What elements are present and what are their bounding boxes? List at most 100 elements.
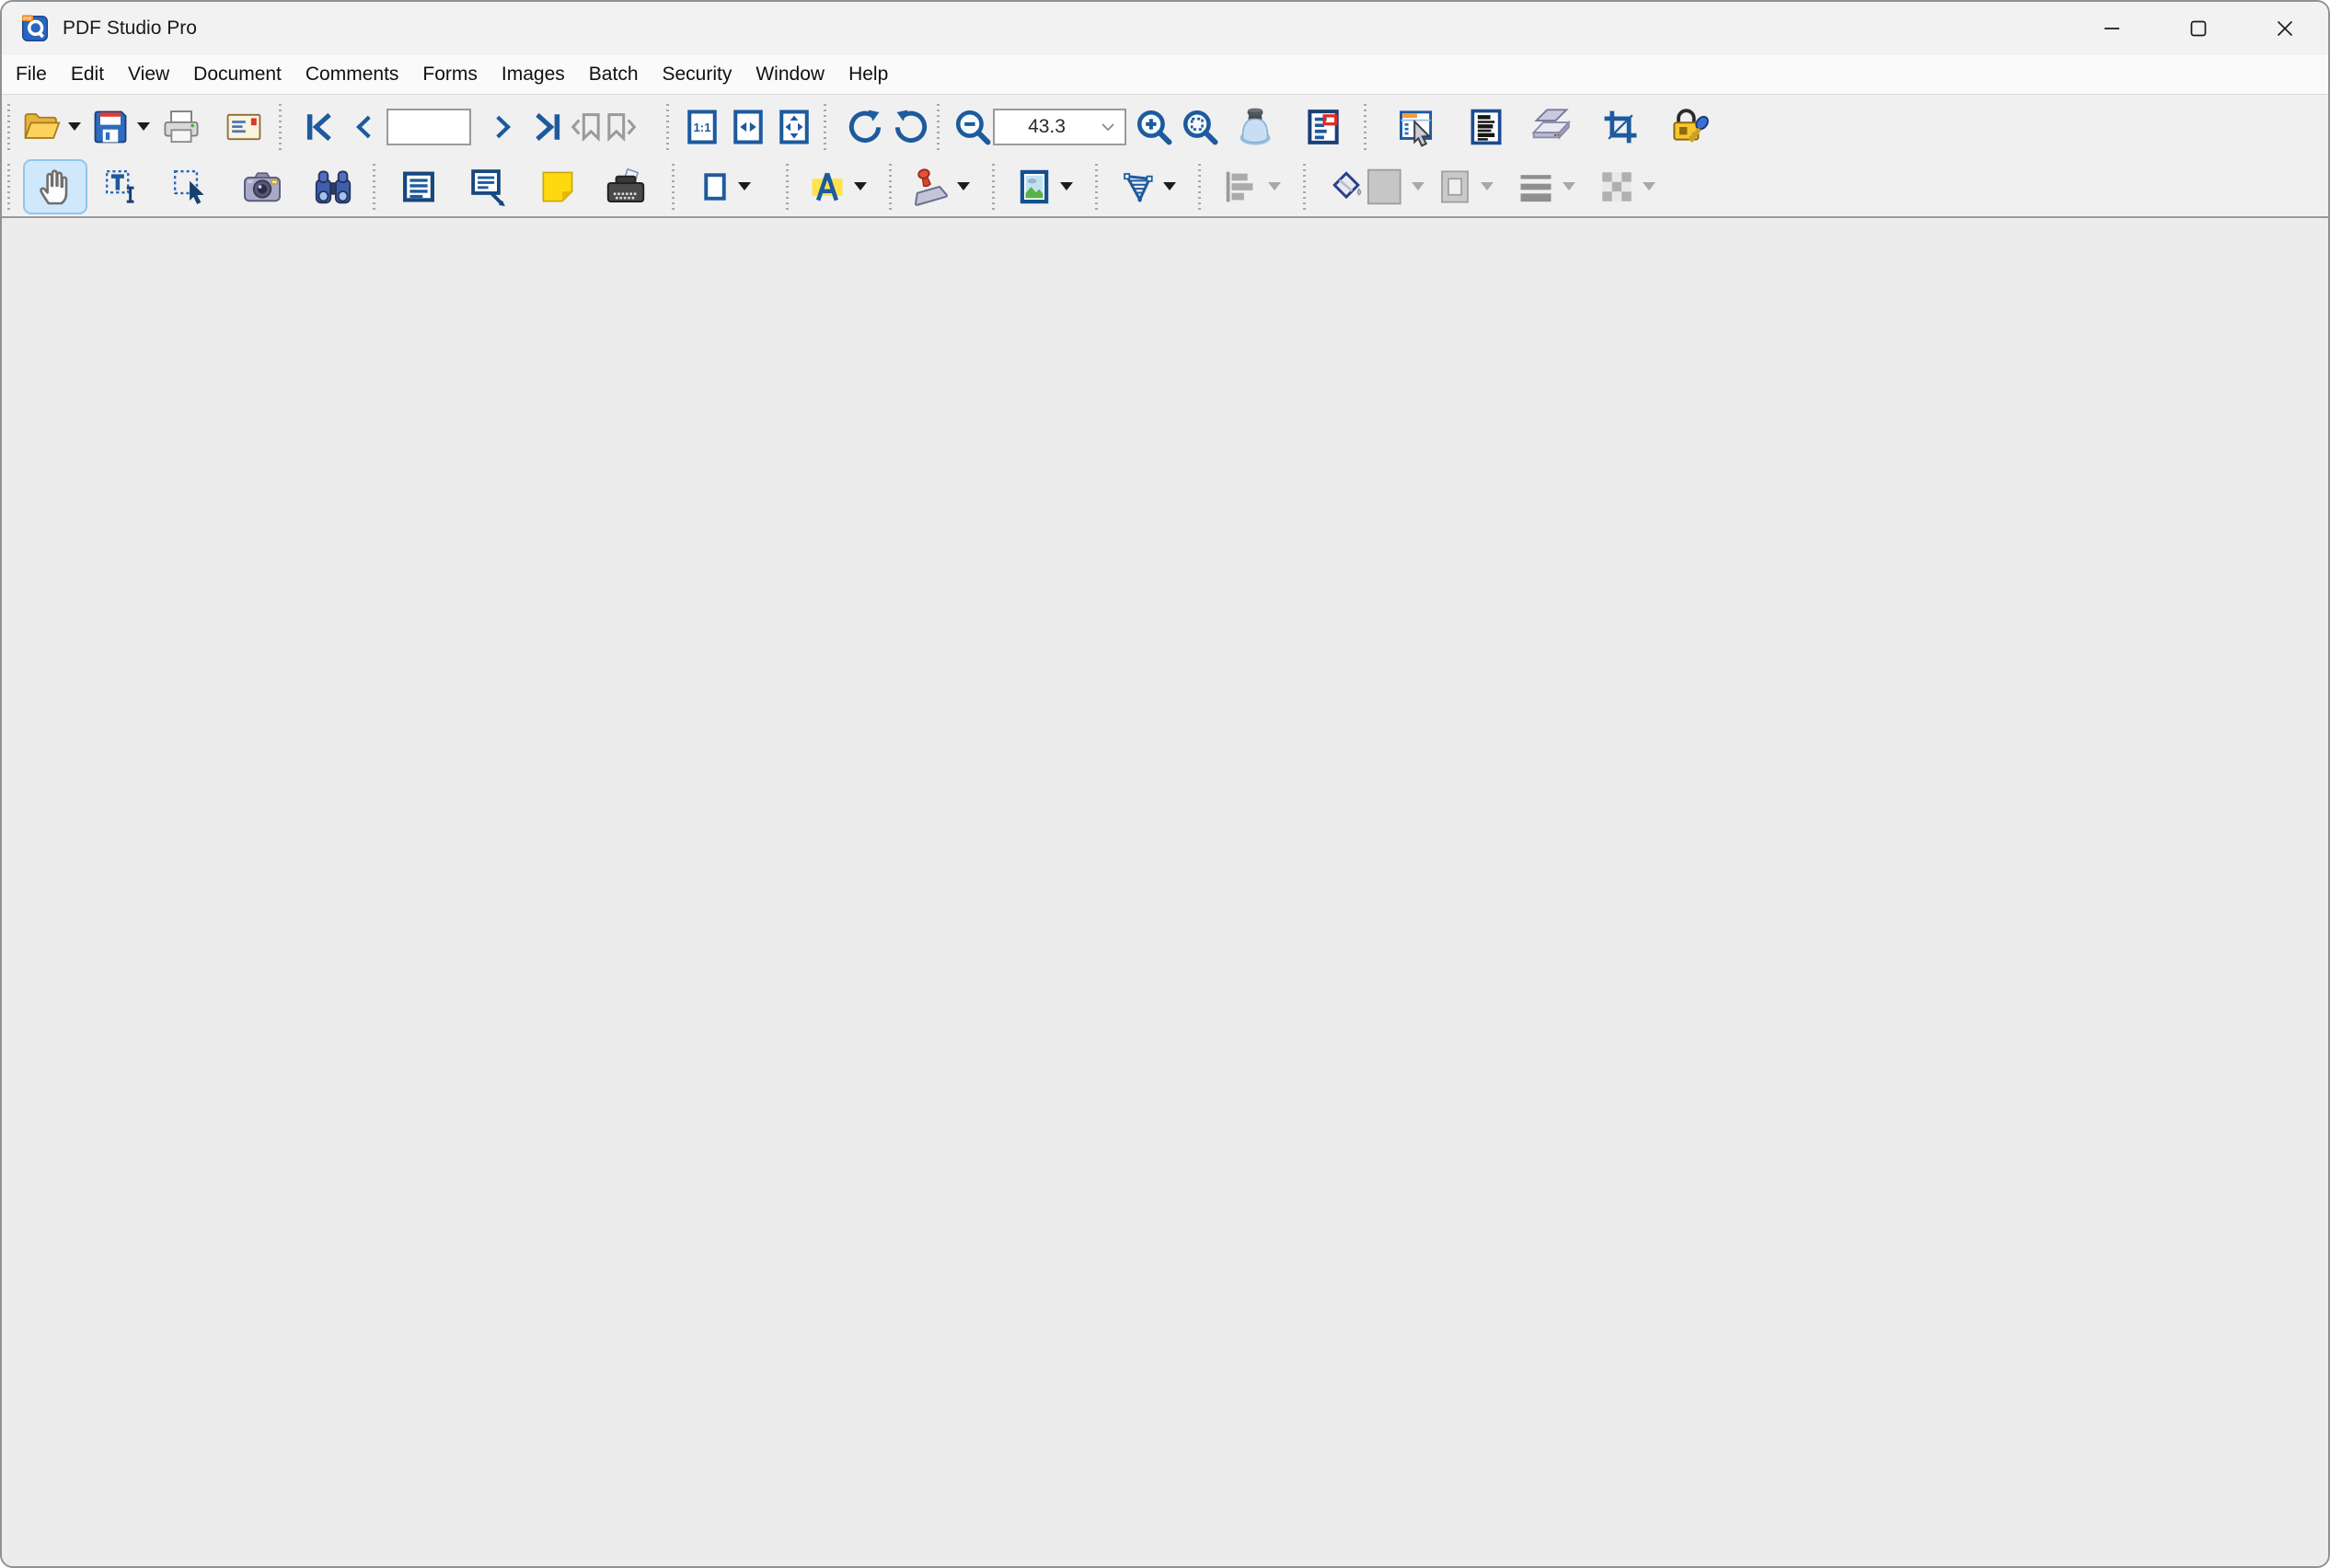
first-page-button[interactable] <box>300 107 340 147</box>
fit-page-icon <box>774 107 814 147</box>
rectangle-icon <box>698 167 732 207</box>
dropdown-caret-icon[interactable] <box>137 122 150 131</box>
text-box-button[interactable] <box>399 167 438 206</box>
toolbar-separator <box>889 164 892 210</box>
pan-and-zoom-button[interactable] <box>1303 107 1344 147</box>
dropdown-caret-icon[interactable] <box>1268 182 1281 190</box>
search-button[interactable] <box>312 166 354 208</box>
sticky-note-button[interactable] <box>537 167 578 207</box>
actual-size-button[interactable]: 1:1 <box>682 107 722 147</box>
menu-security[interactable]: Security <box>651 57 744 92</box>
hand-icon <box>33 165 77 209</box>
dropdown-caret-icon[interactable] <box>1481 182 1494 190</box>
last-page-icon <box>526 107 567 147</box>
minimize-button[interactable] <box>2069 2 2155 55</box>
first-page-icon <box>300 107 340 147</box>
transparency-button[interactable] <box>1598 167 1655 206</box>
loupe-button[interactable] <box>1233 105 1277 149</box>
form-editor-icon <box>1396 107 1436 147</box>
stamp-button[interactable] <box>906 165 970 209</box>
hand-tool-button[interactable] <box>23 159 87 214</box>
previous-page-button[interactable] <box>348 107 381 147</box>
shapes-button[interactable] <box>698 167 751 207</box>
menu-comments[interactable]: Comments <box>294 57 411 92</box>
email-button[interactable] <box>224 107 264 147</box>
zoom-in-button[interactable] <box>1134 107 1174 147</box>
svg-text:1:1: 1:1 <box>693 120 710 133</box>
dropdown-caret-icon[interactable] <box>1163 182 1176 190</box>
text-selection-button[interactable] <box>102 167 143 207</box>
next-bookmark-button[interactable] <box>604 107 640 147</box>
ocr-button[interactable] <box>1466 107 1506 147</box>
image-annotation-button[interactable] <box>1015 167 1073 206</box>
previous-page-icon <box>348 107 381 147</box>
open-button[interactable] <box>21 107 81 147</box>
dropdown-caret-icon[interactable] <box>957 182 970 190</box>
marquee-zoom-icon <box>1180 107 1220 147</box>
object-select-icon <box>170 167 211 207</box>
toolbar-separator <box>279 104 282 150</box>
zoom-out-button[interactable] <box>952 107 993 147</box>
menu-document[interactable]: Document <box>181 57 294 92</box>
maximize-button[interactable] <box>2155 2 2242 55</box>
minimize-icon <box>2102 18 2122 39</box>
save-button[interactable] <box>90 107 150 147</box>
menu-forms[interactable]: Forms <box>410 57 490 92</box>
menu-file[interactable]: File <box>4 57 59 92</box>
window-title: PDF Studio Pro <box>63 17 197 40</box>
last-page-button[interactable] <box>526 107 567 147</box>
callout-button[interactable] <box>467 166 510 208</box>
fit-page-button[interactable] <box>774 107 814 147</box>
snapshot-button[interactable] <box>240 165 284 209</box>
zoom-in-icon <box>1134 107 1174 147</box>
title-bar: PDF PDF Studio Pro <box>2 2 2328 55</box>
scan-button[interactable] <box>1527 107 1574 147</box>
fit-width-icon <box>728 107 768 147</box>
dropdown-caret-icon[interactable] <box>1643 182 1655 190</box>
fit-width-button[interactable] <box>728 107 768 147</box>
security-button[interactable] <box>1667 105 1711 149</box>
pan-zoom-icon <box>1303 107 1344 147</box>
dropdown-caret-icon[interactable] <box>1563 182 1575 190</box>
open-folder-icon <box>21 107 62 147</box>
line-width-button[interactable] <box>1516 167 1575 207</box>
object-selection-button[interactable] <box>170 167 211 207</box>
app-icon: PDF <box>20 14 50 43</box>
previous-bookmark-button[interactable] <box>567 107 604 147</box>
menu-images[interactable]: Images <box>490 57 577 92</box>
previous-bookmark-icon <box>567 107 604 147</box>
marquee-zoom-button[interactable] <box>1180 107 1220 147</box>
menu-window[interactable]: Window <box>744 57 836 92</box>
dropdown-caret-icon[interactable] <box>1412 182 1425 190</box>
page-number-input[interactable] <box>386 109 471 145</box>
rotate-clockwise-button[interactable] <box>845 107 885 147</box>
border-color-button[interactable] <box>1436 167 1494 206</box>
menu-edit[interactable]: Edit <box>59 57 116 92</box>
typewriter-button[interactable] <box>604 165 648 209</box>
dropdown-caret-icon[interactable] <box>854 182 867 190</box>
print-button[interactable] <box>161 107 202 147</box>
menu-help[interactable]: Help <box>836 57 900 92</box>
close-button[interactable] <box>2242 2 2328 55</box>
ocr-icon <box>1466 107 1506 147</box>
dropdown-caret-icon[interactable] <box>1060 182 1073 190</box>
next-page-button[interactable] <box>486 107 519 147</box>
alignment-button[interactable] <box>1219 166 1281 208</box>
form-editor-button[interactable] <box>1396 107 1436 147</box>
menu-view[interactable]: View <box>116 57 181 92</box>
dropdown-caret-icon[interactable] <box>68 122 81 131</box>
toolbar-separator <box>1364 104 1367 150</box>
text-highlight-button[interactable] <box>807 167 867 207</box>
sticky-note-icon <box>537 167 578 207</box>
menu-batch[interactable]: Batch <box>577 57 651 92</box>
rotate-counterclockwise-button[interactable] <box>891 107 931 147</box>
zoom-level-combo[interactable]: 43.3 <box>993 109 1126 145</box>
measurement-button[interactable] <box>1118 167 1176 206</box>
highlight-icon <box>807 167 848 207</box>
toolbar-separator <box>7 104 10 150</box>
document-canvas[interactable] <box>2 218 2328 1566</box>
fill-color-button[interactable] <box>1328 167 1425 207</box>
crop-pages-button[interactable] <box>1600 107 1641 147</box>
loupe-icon <box>1233 105 1277 149</box>
dropdown-caret-icon[interactable] <box>738 182 751 190</box>
